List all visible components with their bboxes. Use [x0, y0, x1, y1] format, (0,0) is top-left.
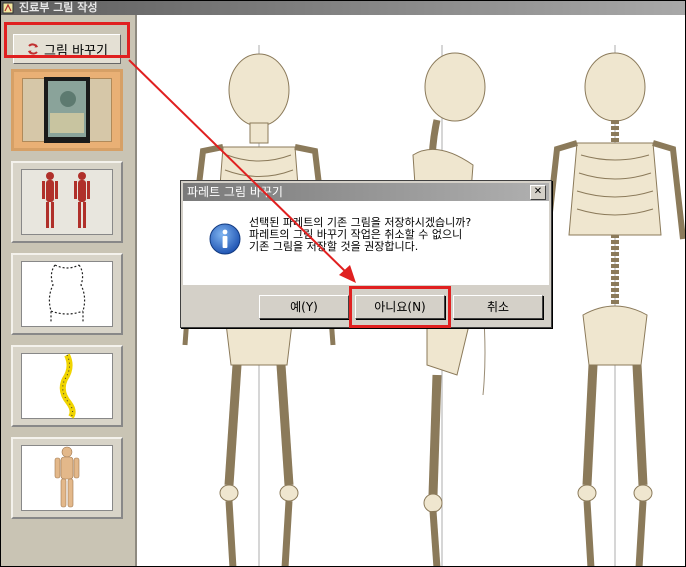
sidebar: 그림 바꾸기 — [1, 15, 137, 566]
cancel-button[interactable]: 취소 — [453, 295, 543, 319]
dialog-title-bar: 파레트 그림 바꾸기 ✕ — [183, 183, 549, 201]
change-picture-button[interactable]: 그림 바꾸기 — [13, 34, 121, 64]
dialog-title: 파레트 그림 바꾸기 — [187, 185, 283, 199]
refresh-icon — [28, 43, 39, 55]
thumbnail-torso-outline[interactable] — [11, 253, 123, 335]
no-button[interactable]: 아니요(N) — [355, 295, 445, 319]
window-title: 진료부 그림 작성 — [19, 1, 98, 14]
info-icon — [209, 223, 241, 255]
close-icon: ✕ — [533, 186, 543, 197]
app-icon — [2, 2, 14, 14]
muscle-figures-image — [42, 172, 90, 228]
change-palette-dialog: 파레트 그림 바꾸기 ✕ 선택된 파레트의 기존 그림을 저장하시겠습니까? 파… — [180, 180, 552, 328]
book-cover-image — [44, 77, 90, 143]
thumbnail-spine[interactable] — [11, 345, 123, 427]
body-figure-image — [54, 446, 80, 508]
thumbnail-muscle-figures[interactable] — [11, 161, 123, 243]
title-bar: 진료부 그림 작성 — [1, 1, 685, 15]
change-picture-label: 그림 바꾸기 — [44, 43, 108, 59]
thumbnail-body-figure[interactable] — [11, 437, 123, 519]
spine-image — [59, 353, 76, 419]
close-button[interactable]: ✕ — [530, 185, 546, 200]
dialog-message-area: 선택된 파레트의 기존 그림을 저장하시겠습니까? 파레트의 그림 바꾸기 작업… — [183, 201, 549, 285]
yes-button[interactable]: 예(Y) — [259, 295, 349, 319]
thumbnail-book-cover[interactable] — [11, 69, 123, 151]
message-line: 기존 그림을 저장할 것을 권장합니다. — [249, 240, 419, 253]
dialog-message: 선택된 파레트의 기존 그림을 저장하시겠습니까? 파레트의 그림 바꾸기 작업… — [249, 217, 471, 253]
torso-outline-image — [48, 264, 86, 323]
